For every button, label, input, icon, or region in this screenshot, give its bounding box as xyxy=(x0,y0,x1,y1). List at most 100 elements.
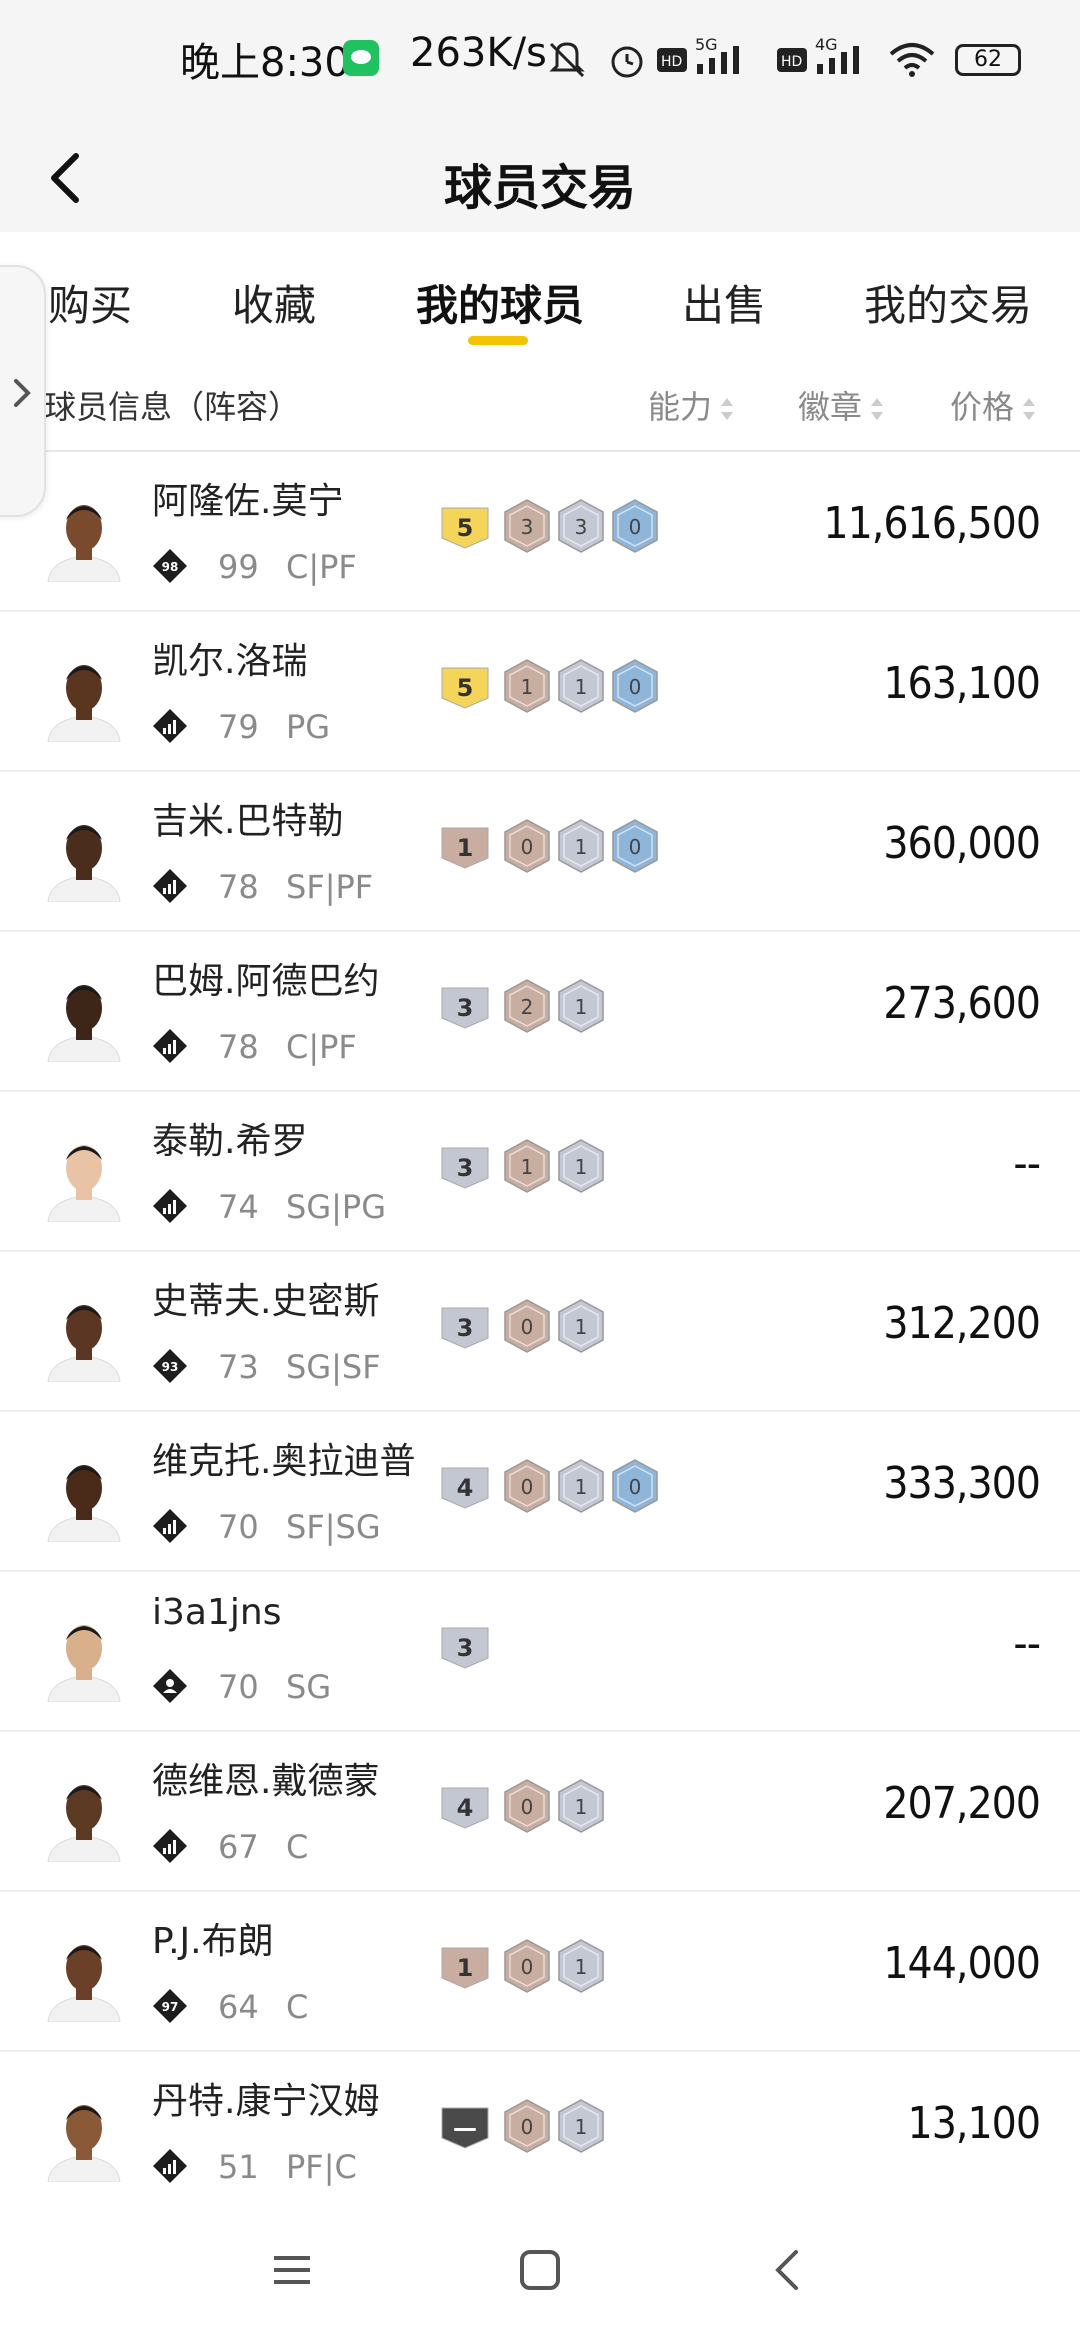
ability-shield-icon: 1 xyxy=(441,1947,489,1989)
status-time: 晚上8:30 xyxy=(180,40,350,86)
ability-shield-icon: 4 xyxy=(441,1467,489,1509)
badge-hexagon-icon: 3 xyxy=(558,499,604,553)
signal-5g-icon: HD 5G xyxy=(657,35,739,74)
alarm-icon xyxy=(611,46,643,78)
badge-hexagon-icon: 1 xyxy=(558,2099,604,2153)
player-row[interactable]: 阿隆佐.莫宁 98 99 C|PF 5 3 3 0 11,616,500 xyxy=(0,452,1080,612)
badge-hexagon-icon: 3 xyxy=(504,499,550,553)
menu-icon[interactable] xyxy=(262,2240,322,2300)
player-name: 维克托.奥拉迪普 xyxy=(152,1441,416,1482)
ability-shield-icon: 5 xyxy=(441,667,489,709)
signal-4g-icon: HD 4G xyxy=(777,35,859,74)
diamond-bars-icon xyxy=(153,1509,187,1543)
player-position: C|PF xyxy=(286,1028,357,1066)
badge-count: 1 xyxy=(575,1315,588,1339)
ability-shield-icon: 4 xyxy=(441,1787,489,1829)
badge-count: 1 xyxy=(575,1155,588,1179)
diamond-93-icon: 93 xyxy=(153,1349,187,1383)
tab-favorites[interactable]: 收藏 xyxy=(232,272,316,333)
player-ovr: 70 xyxy=(218,1508,259,1546)
badge-hexagon-icon: 0 xyxy=(504,819,550,873)
player-name: P.J.布朗 xyxy=(152,1921,274,1962)
player-avatar xyxy=(38,1290,130,1382)
player-row[interactable]: 丹特.康宁汉姆 51 PF|C — 0 1 13,100 xyxy=(0,2052,1080,2212)
ability-level: 3 xyxy=(457,1634,474,1662)
player-row[interactable]: 吉米.巴特勒 78 SF|PF 1 0 1 0 360,000 xyxy=(0,772,1080,932)
player-price: 360,000 xyxy=(883,818,1041,869)
ability-level: 1 xyxy=(457,1954,474,1982)
player-avatar xyxy=(38,1450,130,1542)
badge-count: 1 xyxy=(575,995,588,1019)
badge-hexagon-icon: 0 xyxy=(504,1779,550,1833)
active-tab-indicator xyxy=(468,336,528,345)
player-row[interactable]: 凯尔.洛瑞 79 PG 5 1 1 0 163,100 xyxy=(0,612,1080,772)
badge-count: 2 xyxy=(521,995,534,1019)
diamond-97-icon: 97 xyxy=(153,1989,187,2023)
ability-shield-icon: 1 xyxy=(441,827,489,869)
badge-count: 3 xyxy=(575,515,588,539)
app-header: 球员交易 xyxy=(0,120,1080,232)
player-ovr: 99 xyxy=(218,548,259,586)
status-bar: 晚上8:30 263K/s HD 5G HD 4G 62 xyxy=(0,0,1080,120)
player-row[interactable]: 巴姆.阿德巴约 78 C|PF 3 2 1 273,600 xyxy=(0,932,1080,1092)
badge-count: 0 xyxy=(521,1475,534,1499)
player-avatar xyxy=(38,970,130,1062)
player-row[interactable]: 德维恩.戴德蒙 67 C 4 0 1 207,200 xyxy=(0,1732,1080,1892)
ability-level: 4 xyxy=(457,1474,474,1502)
sort-icon xyxy=(721,398,734,420)
wifi-icon xyxy=(889,43,935,77)
ability-level: 1 xyxy=(457,834,474,862)
svg-text:4G: 4G xyxy=(815,35,838,54)
home-icon[interactable] xyxy=(510,2240,570,2300)
badge-hexagon-icon: 1 xyxy=(504,1139,550,1193)
badge-count: 0 xyxy=(629,675,642,699)
badge-count: 0 xyxy=(629,1475,642,1499)
player-name: i3a1jns xyxy=(152,1592,282,1633)
wechat-notification-icon xyxy=(343,40,379,76)
player-row[interactable]: 泰勒.希罗 74 SG|PG 3 1 1 -- xyxy=(0,1092,1080,1252)
player-price: -- xyxy=(1013,1618,1041,1669)
player-ovr: 78 xyxy=(218,1028,259,1066)
badge-count: 1 xyxy=(521,675,534,699)
col-ability-sort[interactable]: 能力 xyxy=(648,382,734,428)
column-headers: 球员信息（阵容） 能力 徽章 价格 xyxy=(0,352,1080,452)
player-position: PG xyxy=(286,708,331,746)
diamond-bars-icon xyxy=(153,1029,187,1063)
tab-sell[interactable]: 出售 xyxy=(682,272,766,333)
badge-hexagon-icon: 0 xyxy=(612,1459,658,1513)
tab-my-players[interactable]: 我的球员 xyxy=(416,272,584,333)
svg-text:HD: HD xyxy=(781,54,802,70)
nav-back-icon[interactable] xyxy=(758,2240,818,2300)
player-row[interactable]: 史蒂夫.史密斯 93 73 SG|SF 3 0 1 312,200 xyxy=(0,1252,1080,1412)
player-row[interactable]: P.J.布朗 97 64 C 1 0 1 144,000 xyxy=(0,1892,1080,2052)
badge-hexagon-icon: 0 xyxy=(504,2099,550,2153)
ability-shield-icon: 5 xyxy=(441,507,489,549)
player-ovr: 79 xyxy=(218,708,259,746)
tab-buy[interactable]: 购买 xyxy=(48,272,132,333)
badge-count: 1 xyxy=(575,835,588,859)
col-price-sort[interactable]: 价格 xyxy=(950,382,1036,428)
player-name: 德维恩.戴德蒙 xyxy=(152,1761,380,1802)
badge-hexagon-icon: 2 xyxy=(504,979,550,1033)
player-row[interactable]: 维克托.奥拉迪普 70 SF|SG 4 0 1 0 333,300 xyxy=(0,1412,1080,1572)
side-drawer-handle[interactable] xyxy=(0,265,46,517)
ability-shield-icon: 3 xyxy=(441,1307,489,1349)
diamond-bars-icon xyxy=(153,2149,187,2183)
player-price: 273,600 xyxy=(883,978,1041,1029)
tier-number: 93 xyxy=(162,1360,179,1374)
player-position: SF|SG xyxy=(286,1508,381,1546)
col-badge-sort[interactable]: 徽章 xyxy=(798,382,884,428)
player-avatar xyxy=(38,1610,130,1702)
ability-shield-icon: 3 xyxy=(441,987,489,1029)
tab-my-trades[interactable]: 我的交易 xyxy=(864,272,1032,333)
sort-icon xyxy=(871,398,884,420)
badge-count: 1 xyxy=(575,2115,588,2139)
diamond-bars-icon xyxy=(153,709,187,743)
player-ovr: 74 xyxy=(218,1188,259,1226)
badge-count: 0 xyxy=(521,2115,534,2139)
player-ovr: 73 xyxy=(218,1348,259,1386)
player-name: 泰勒.希罗 xyxy=(152,1121,308,1162)
svg-text:HD: HD xyxy=(661,54,682,70)
player-row[interactable]: i3a1jns 70 SG 3 -- xyxy=(0,1572,1080,1732)
player-position: C|PF xyxy=(286,548,357,586)
